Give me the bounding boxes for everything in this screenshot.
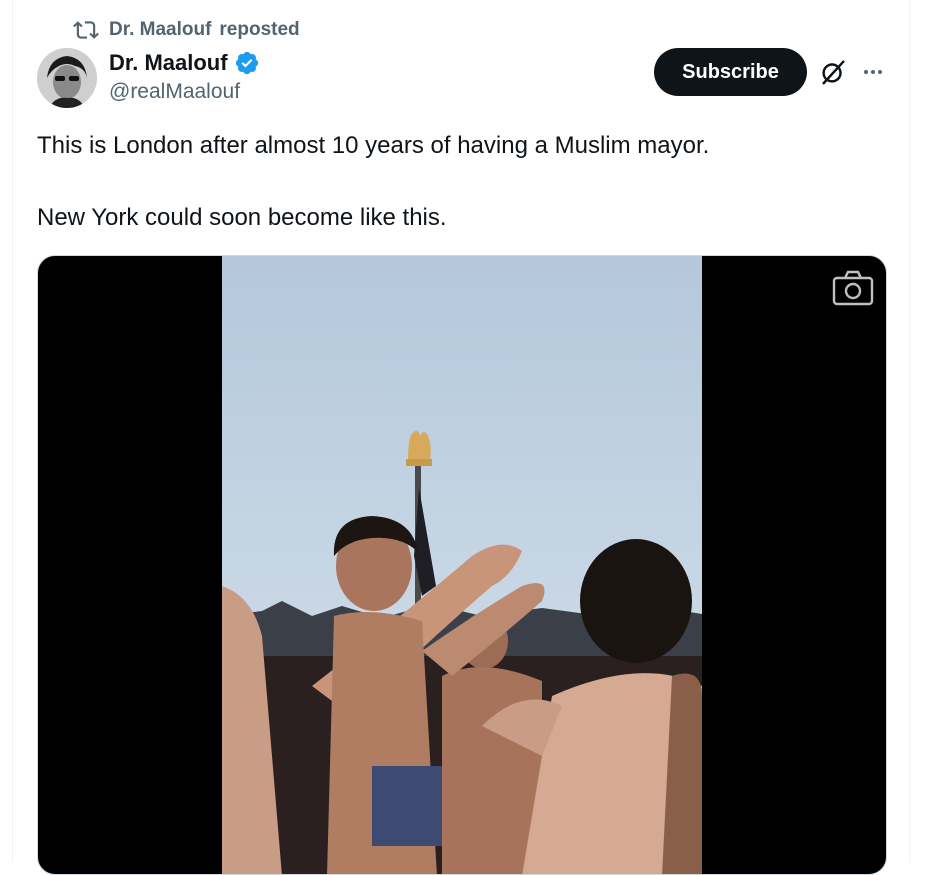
tweet-text-line-2: New York could soon become like this. bbox=[37, 204, 447, 231]
repost-label: reposted bbox=[219, 19, 300, 40]
video-player[interactable] bbox=[37, 255, 887, 875]
tweet-text: This is London after almost 10 years of … bbox=[37, 128, 887, 236]
repost-header[interactable]: Dr. Maalouf reposted bbox=[73, 18, 300, 42]
tweet-card[interactable]: Dr. Maalouf reposted Dr. Maalouf @realMa… bbox=[12, 0, 910, 875]
grok-button[interactable] bbox=[817, 56, 849, 88]
verified-badge-icon[interactable] bbox=[234, 50, 260, 76]
tweet-text-line-1: This is London after almost 10 years of … bbox=[37, 132, 710, 159]
author-handle[interactable]: @realMaalouf bbox=[109, 80, 240, 104]
author-name-row[interactable]: Dr. Maalouf bbox=[109, 50, 260, 76]
avatar[interactable] bbox=[37, 48, 97, 108]
grok-icon bbox=[822, 60, 845, 85]
more-button[interactable] bbox=[857, 56, 889, 88]
more-icon bbox=[864, 70, 882, 74]
repost-name[interactable]: Dr. Maalouf bbox=[109, 19, 211, 41]
subscribe-button[interactable]: Subscribe bbox=[654, 48, 807, 96]
camera-icon[interactable] bbox=[832, 270, 874, 306]
avatar-image bbox=[37, 48, 97, 108]
video-frame bbox=[222, 256, 702, 874]
author-display-name[interactable]: Dr. Maalouf bbox=[109, 50, 228, 76]
repost-icon bbox=[73, 21, 99, 39]
